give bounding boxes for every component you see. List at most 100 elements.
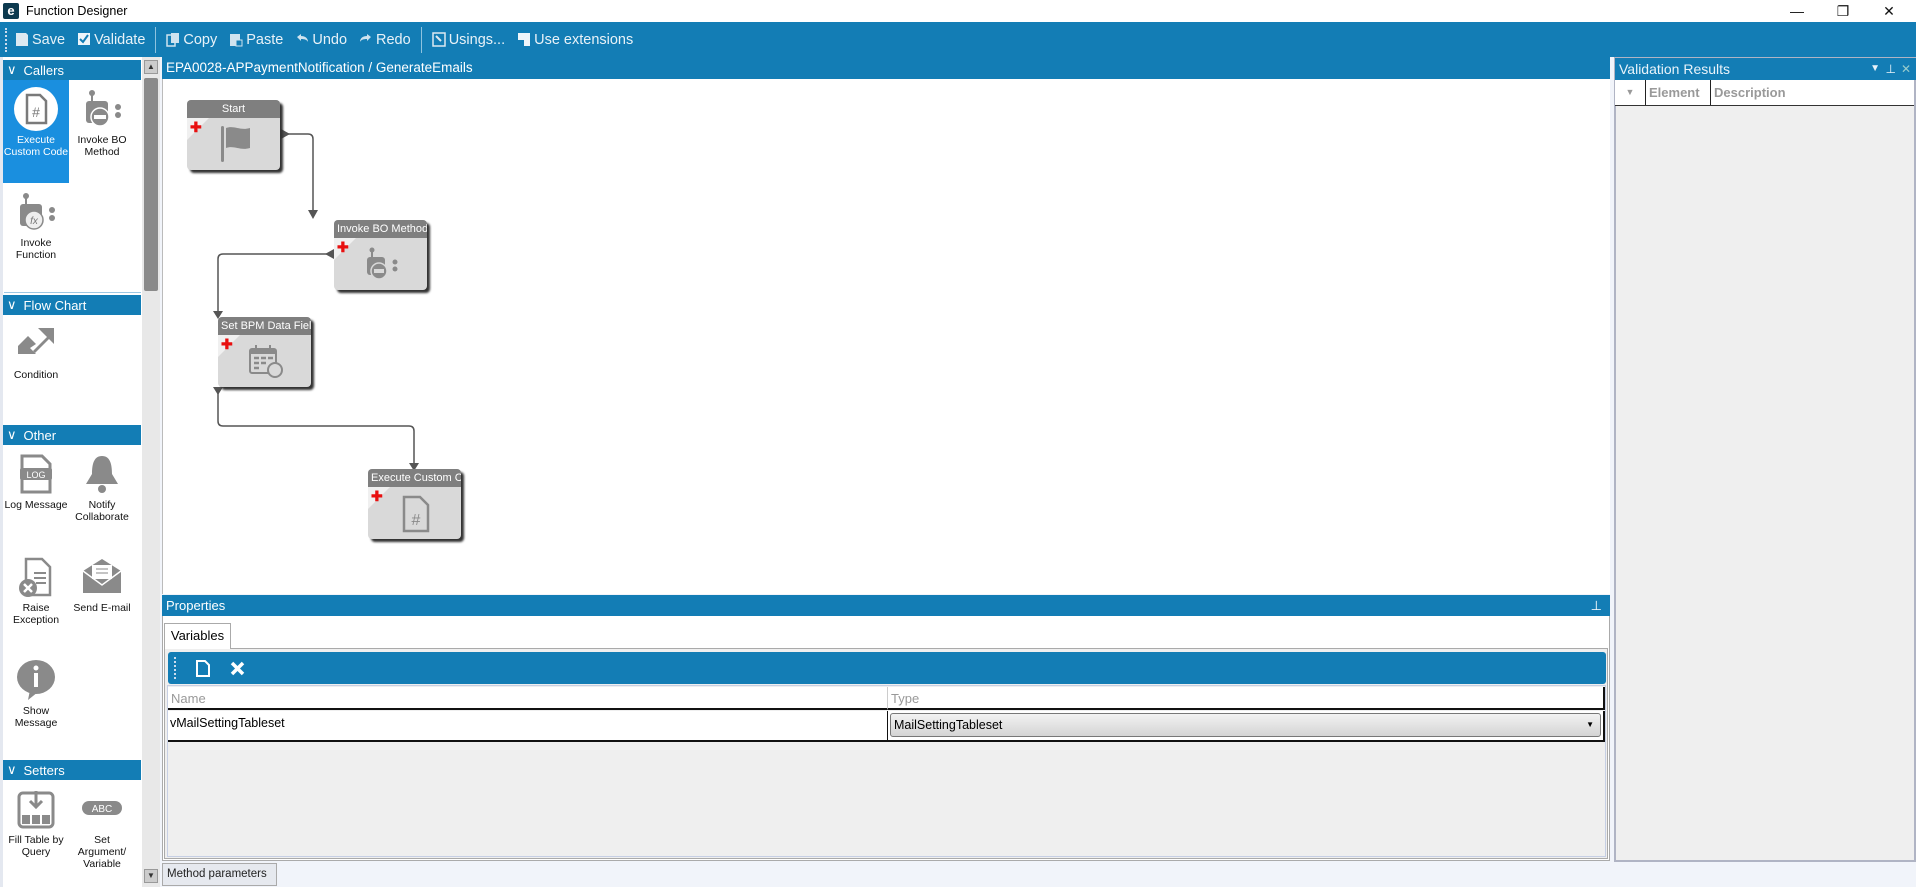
minimize-button[interactable]: — [1774, 0, 1820, 22]
condition-icon [18, 328, 54, 354]
dropdown-icon[interactable]: ▼ [1870, 58, 1880, 80]
add-icon[interactable]: ✚ [190, 120, 202, 134]
restore-button[interactable]: ❐ [1820, 0, 1866, 22]
tool-invoke-function[interactable]: fx Invoke Function [3, 183, 69, 286]
node-title: Set BPM Data Field [218, 317, 311, 335]
custom-code-icon: # [402, 495, 430, 533]
add-icon[interactable]: ✚ [371, 489, 383, 503]
copy-label: Copy [183, 31, 218, 48]
undo-button[interactable]: Undo [295, 32, 347, 48]
connector-start-to-invoke [283, 133, 314, 210]
column-header-element[interactable]: Element [1646, 80, 1711, 105]
svg-text:fx: fx [30, 216, 39, 227]
canvas-breadcrumb: EPA0028-APPaymentNotification / Generate… [162, 57, 1610, 79]
tool-label: Invoke Function [15, 237, 57, 261]
tool-label: Set Argument/ Variable [77, 834, 127, 870]
section-callers[interactable]: ∨ Callers [3, 60, 141, 80]
chevron-down-icon: ∨ [7, 62, 17, 77]
node-invoke-bo-method[interactable]: Invoke BO Method ✚ [334, 220, 427, 290]
validate-button[interactable]: Validate [77, 32, 145, 48]
tool-label: Raise Exception [12, 602, 60, 626]
tool-send-email[interactable]: Send E-mail [69, 548, 135, 651]
filter-icon[interactable]: ▼ [1615, 80, 1646, 105]
usings-button[interactable]: Usings... [431, 31, 506, 48]
tab-method-parameters[interactable]: Method parameters [162, 863, 277, 886]
variable-name-cell[interactable]: vMailSettingTableset [168, 711, 888, 742]
pin-icon[interactable]: ⊥ [1591, 595, 1602, 616]
output-port-arrow [281, 129, 290, 139]
connector-setbpm-to-execute [217, 389, 415, 463]
tool-fill-table-by-query[interactable]: Fill Table by Query [3, 780, 69, 883]
node-start[interactable]: Start ✚ [187, 100, 280, 170]
invoke-bo-icon [367, 247, 398, 280]
tool-notify-collaborate[interactable]: Notify Collaborate [69, 445, 135, 548]
tool-invoke-bo-method[interactable]: Invoke BO Method [69, 80, 135, 183]
tool-show-message[interactable]: Show Message [3, 651, 69, 754]
undo-label: Undo [312, 31, 348, 48]
validate-label: Validate [94, 31, 146, 48]
validation-results-panel [1614, 57, 1916, 862]
abc-glyph: ABC [92, 804, 113, 815]
app-logo-icon: e [3, 3, 19, 19]
toolbar-separator [420, 26, 422, 53]
scroll-down-button[interactable]: ▼ [144, 869, 158, 883]
dropdown-arrow-icon: ▼ [1586, 720, 1594, 729]
envelope-icon [82, 559, 122, 593]
save-label: Save [32, 31, 66, 48]
section-setters[interactable]: ∨ Setters [3, 760, 141, 780]
tool-set-argument-variable[interactable]: ABC Set Argument/ Variable [69, 780, 135, 883]
node-execute-custom-code[interactable]: Execute Custom Code ✚ # [368, 469, 461, 539]
redo-label: Redo [376, 31, 411, 48]
flag-icon [221, 126, 250, 162]
column-header-description[interactable]: Description [1711, 80, 1914, 105]
close-button[interactable]: ✕ [1866, 0, 1912, 22]
chevron-down-icon: ∨ [7, 762, 17, 777]
section-other[interactable]: ∨ Other [3, 425, 141, 445]
tool-raise-exception[interactable]: Raise Exception [3, 548, 69, 651]
connector-invoke-to-setbpm [217, 253, 328, 311]
tool-label: Execute Custom Code [3, 134, 69, 158]
copy-button[interactable]: Copy [166, 32, 217, 48]
fill-table-icon [17, 791, 55, 829]
toolbox-palette: ∨ Callers # Execute Custom Code Invoke BO… [0, 57, 142, 887]
node-title: Start [187, 100, 280, 118]
svg-text:#: # [412, 512, 421, 529]
close-panel-icon[interactable]: ✕ [1901, 58, 1911, 80]
node-set-bpm-data-field[interactable]: Set BPM Data Field ✚ [218, 317, 311, 387]
pin-icon[interactable]: ⊥ [1886, 58, 1896, 80]
properties-header: Properties ⊥ [162, 595, 1610, 616]
use-extensions-button[interactable]: Use extensions [517, 32, 633, 48]
tool-condition[interactable]: Condition [3, 315, 69, 418]
window-title: Function Designer [26, 4, 128, 18]
tool-log-message[interactable]: LOG Log Message [3, 445, 69, 548]
section-title: Other [23, 427, 57, 443]
toolbar-grip[interactable] [5, 27, 7, 52]
variable-type-select[interactable]: MailSettingTableset ▼ [890, 713, 1601, 737]
tool-execute-custom-code[interactable]: # Execute Custom Code [3, 80, 69, 183]
invoke-function-icon: fx [20, 193, 55, 230]
add-icon[interactable]: ✚ [337, 240, 349, 254]
column-header-type[interactable]: Type [888, 687, 1605, 710]
delete-variable-icon[interactable] [230, 661, 245, 676]
redo-button[interactable]: Redo [359, 32, 411, 48]
output-port-arrow [325, 249, 334, 259]
add-icon[interactable]: ✚ [221, 337, 233, 351]
toolbar-separator [155, 26, 157, 53]
paste-button[interactable]: Paste [229, 32, 283, 48]
section-flow-chart[interactable]: ∨ Flow Chart [3, 295, 141, 315]
selected-type: MailSettingTableset [894, 718, 1003, 732]
toolbar-grip[interactable] [174, 657, 176, 679]
tool-label: Invoke BO Method [77, 134, 127, 158]
palette-scrollbar-thumb[interactable] [144, 78, 158, 291]
new-variable-icon[interactable] [196, 659, 210, 677]
flow-canvas[interactable]: Start ✚ Invoke BO Method ✚ Set BPM Data Fi… [162, 79, 1610, 594]
save-button[interactable]: Save [15, 32, 65, 48]
tab-variables[interactable]: Variables [164, 623, 231, 649]
bell-icon [86, 456, 118, 493]
undo-icon [297, 34, 309, 42]
svg-text:#: # [32, 104, 40, 120]
usings-label: Usings... [448, 31, 506, 48]
scroll-up-button[interactable]: ▲ [144, 60, 158, 74]
column-header-name[interactable]: Name [168, 687, 888, 710]
custom-code-icon: # [14, 87, 58, 131]
